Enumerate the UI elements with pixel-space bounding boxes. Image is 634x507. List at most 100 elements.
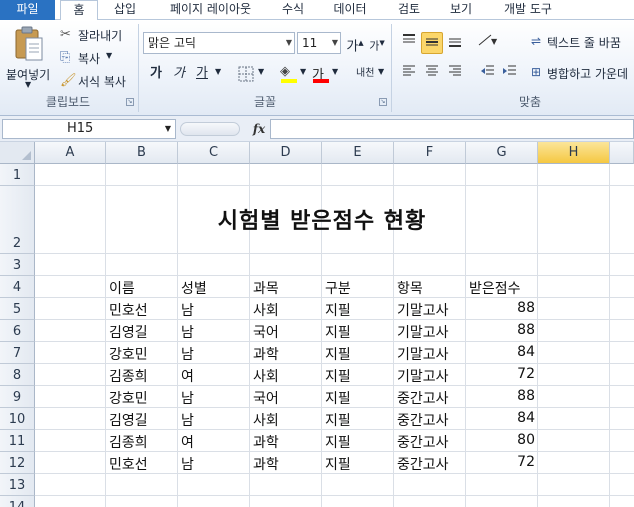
align-center-button[interactable] — [421, 63, 443, 85]
table-cell[interactable]: 강호민 — [109, 344, 175, 364]
table-cell[interactable]: 중간고사 — [397, 410, 463, 430]
chevron-down-icon[interactable]: ▼ — [165, 120, 171, 138]
name-box[interactable]: H15 ▼ — [2, 119, 176, 139]
table-cell[interactable]: 기말고사 — [397, 366, 463, 386]
table-cell[interactable]: 남 — [181, 388, 247, 408]
format-painter-button[interactable]: 🖌 서식 복사 — [60, 73, 126, 89]
table-cell[interactable]: 중간고사 — [397, 388, 463, 408]
tab-view[interactable]: 보기 — [440, 0, 482, 20]
underline-button[interactable]: 가 — [191, 63, 213, 85]
select-all-button[interactable] — [0, 142, 35, 164]
formula-input[interactable] — [270, 119, 634, 139]
column-header-c[interactable]: C — [178, 142, 250, 164]
table-cell[interactable]: 강호민 — [109, 388, 175, 408]
italic-button[interactable]: 가 — [168, 63, 190, 85]
row-header-8[interactable]: 8 — [0, 364, 35, 386]
tab-review[interactable]: 검토 — [388, 0, 430, 20]
table-cell[interactable]: 지필 — [325, 322, 391, 342]
formula-bar-resize-handle[interactable] — [180, 122, 240, 136]
table-cell[interactable]: 과학 — [253, 344, 319, 364]
table-header-cell[interactable]: 받은점수 — [469, 278, 535, 298]
table-cell[interactable]: 남 — [181, 454, 247, 474]
row-header-1[interactable]: 1 — [0, 164, 35, 186]
table-cell[interactable]: 지필 — [325, 410, 391, 430]
row-header-9[interactable]: 9 — [0, 386, 35, 408]
align-right-button[interactable] — [444, 63, 466, 85]
table-cell[interactable]: 김종희 — [109, 366, 175, 386]
row-header-2[interactable]: 2 — [0, 186, 35, 254]
row-header-12[interactable]: 12 — [0, 452, 35, 474]
font-name-select[interactable]: 맑은 고딕 ▼ — [143, 32, 295, 54]
table-cell[interactable]: 사회 — [253, 410, 319, 430]
table-header-cell[interactable]: 이름 — [109, 278, 175, 298]
table-cell[interactable]: 민호선 — [109, 454, 175, 474]
decrease-indent-button[interactable] — [477, 63, 499, 85]
table-cell[interactable]: 김종희 — [109, 432, 175, 452]
row-header-4[interactable]: 4 — [0, 276, 35, 298]
table-cell[interactable]: 72 — [469, 366, 535, 386]
tab-formulas[interactable]: 수식 — [272, 0, 314, 20]
table-cell[interactable]: 중간고사 — [397, 432, 463, 452]
table-cell[interactable]: 지필 — [325, 432, 391, 452]
table-cell[interactable]: 기말고사 — [397, 322, 463, 342]
table-cell[interactable]: 88 — [469, 300, 535, 320]
table-header-cell[interactable]: 성별 — [181, 278, 247, 298]
fill-color-button[interactable]: ◈ — [280, 64, 298, 84]
chevron-down-icon[interactable]: ▼ — [215, 67, 221, 76]
chevron-down-icon[interactable]: ▼ — [378, 67, 384, 76]
tab-page-layout[interactable]: 페이지 레이아웃 — [158, 0, 263, 20]
table-cell[interactable]: 사회 — [253, 300, 319, 320]
column-header-g[interactable]: G — [466, 142, 538, 164]
table-cell[interactable]: 국어 — [253, 322, 319, 342]
font-launcher-icon[interactable]: ↘ — [379, 98, 387, 106]
table-cell[interactable]: 지필 — [325, 388, 391, 408]
tab-data[interactable]: 데이터 — [325, 0, 375, 20]
table-cell[interactable]: 과학 — [253, 454, 319, 474]
copy-button[interactable]: ⎘ 복사 ▼ — [60, 50, 112, 66]
table-header-cell[interactable]: 구분 — [325, 278, 391, 298]
table-cell[interactable]: 지필 — [325, 454, 391, 474]
grow-font-button[interactable]: 가▲ — [344, 32, 366, 54]
table-cell[interactable]: 과학 — [253, 432, 319, 452]
chevron-down-icon[interactable]: ▼ — [258, 67, 264, 76]
paste-button[interactable]: 붙여넣기 ▼ — [6, 24, 50, 90]
font-size-select[interactable]: 11 ▼ — [297, 32, 341, 54]
row-header-14[interactable]: 14 — [0, 496, 35, 507]
table-cell[interactable]: 남 — [181, 344, 247, 364]
tab-file[interactable]: 파일 — [0, 0, 55, 20]
table-cell[interactable]: 여 — [181, 432, 247, 452]
orientation-button[interactable]: ▼ — [477, 32, 499, 54]
column-header-b[interactable]: B — [106, 142, 178, 164]
table-cell[interactable]: 남 — [181, 410, 247, 430]
phonetic-guide-button[interactable]: 내천 — [356, 64, 374, 79]
table-cell[interactable]: 지필 — [325, 366, 391, 386]
align-middle-button[interactable] — [421, 32, 443, 54]
row-header-13[interactable]: 13 — [0, 474, 35, 496]
bold-button[interactable]: 가 — [145, 63, 167, 85]
borders-button[interactable] — [238, 66, 254, 85]
tab-developer[interactable]: 개발 도구 — [494, 0, 562, 20]
table-cell[interactable]: 여 — [181, 366, 247, 386]
column-header-d[interactable]: D — [250, 142, 322, 164]
table-cell[interactable]: 지필 — [325, 344, 391, 364]
font-color-button[interactable]: 가 — [312, 64, 330, 84]
table-cell[interactable]: 72 — [469, 454, 535, 474]
align-bottom-button[interactable] — [444, 32, 466, 54]
table-cell[interactable]: 민호선 — [109, 300, 175, 320]
table-cell[interactable]: 88 — [469, 322, 535, 342]
column-header-next[interactable] — [610, 142, 634, 164]
chevron-down-icon[interactable]: ▼ — [332, 67, 338, 76]
table-cell[interactable]: 기말고사 — [397, 344, 463, 364]
tab-home[interactable]: 홈 — [60, 0, 98, 21]
column-header-f[interactable]: F — [394, 142, 466, 164]
table-cell[interactable]: 김영길 — [109, 410, 175, 430]
align-top-button[interactable] — [398, 32, 420, 54]
cut-button[interactable]: ✂ 잘라내기 — [60, 27, 122, 43]
row-header-3[interactable]: 3 — [0, 254, 35, 276]
table-cell[interactable]: 김영길 — [109, 322, 175, 342]
column-header-e[interactable]: E — [322, 142, 394, 164]
table-cell[interactable]: 88 — [469, 388, 535, 408]
tab-insert[interactable]: 삽입 — [104, 0, 146, 20]
increase-indent-button[interactable] — [499, 63, 521, 85]
table-header-cell[interactable]: 항목 — [397, 278, 463, 298]
